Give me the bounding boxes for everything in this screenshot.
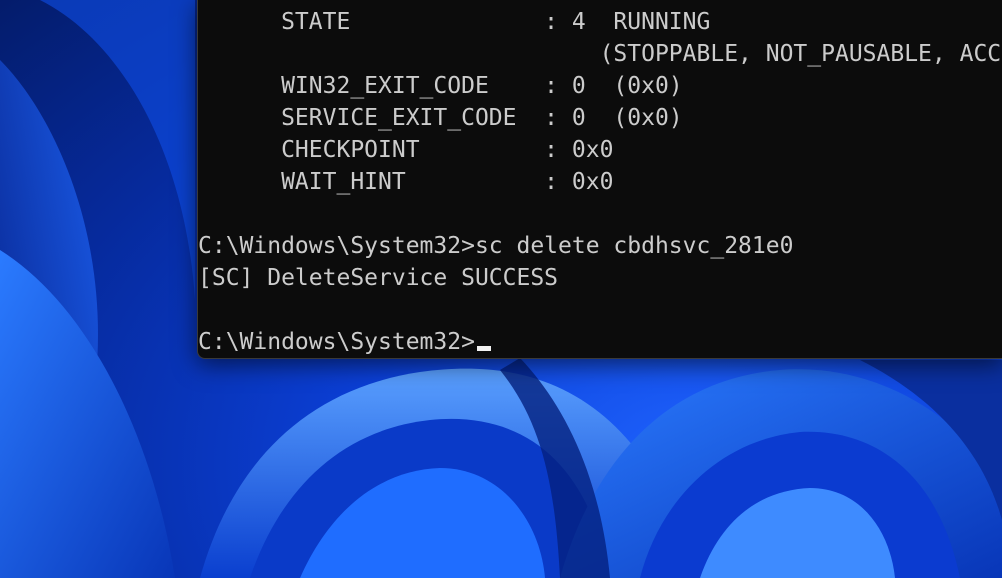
terminal-line-checkpoint: CHECKPOINT : 0x0 — [198, 137, 614, 163]
text-cursor — [476, 346, 491, 351]
terminal-line-win32-exit-code: WIN32_EXIT_CODE : 0 (0x0) — [198, 73, 683, 99]
terminal-line-sc-delete-command: C:\Windows\System32>sc delete cbdhsvc_28… — [198, 233, 794, 259]
command-prompt-window[interactable]: STATE : 4 RUNNING (STOPPABLE, NOT_PAUSAB… — [197, 0, 1002, 359]
terminal-line-service-exit-code: SERVICE_EXIT_CODE : 0 (0x0) — [198, 105, 683, 131]
terminal-line-wait-hint: WAIT_HINT : 0x0 — [198, 169, 614, 195]
terminal-prompt-line[interactable]: C:\Windows\System32> — [198, 326, 491, 358]
terminal-line-state-flags: (STOPPABLE, NOT_PAUSABLE, ACCEPTS_SHUTDO… — [599, 41, 1002, 67]
terminal-prompt: C:\Windows\System32> — [198, 329, 475, 355]
terminal-line-delete-result: [SC] DeleteService SUCCESS — [198, 265, 559, 291]
terminal-line-state: STATE : 4 RUNNING — [198, 9, 711, 35]
